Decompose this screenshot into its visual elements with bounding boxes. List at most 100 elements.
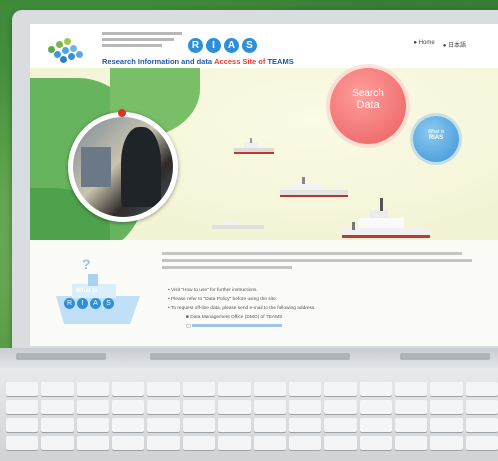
key bbox=[112, 400, 145, 414]
key bbox=[76, 382, 110, 396]
key bbox=[218, 382, 251, 396]
key-row bbox=[6, 400, 498, 414]
key bbox=[430, 418, 463, 432]
key bbox=[394, 418, 428, 432]
ship-icon bbox=[212, 221, 264, 229]
key bbox=[76, 418, 110, 432]
bullet-data-policy: • Please refer to "Data Policy" before u… bbox=[168, 297, 278, 302]
card-rias-letter: I bbox=[77, 298, 88, 309]
bullet-text: Visit "How to use" for further instructi… bbox=[171, 288, 258, 293]
contact-line: ■ Data Management Office (DMO) of TEAMS bbox=[186, 315, 283, 320]
key bbox=[465, 436, 498, 450]
key bbox=[394, 436, 428, 450]
header-links: ● Home ● 日本語 bbox=[413, 40, 466, 49]
email-line[interactable]: ▢ bbox=[168, 322, 316, 331]
teams-logo bbox=[46, 38, 88, 64]
ship-icon bbox=[234, 138, 274, 154]
key bbox=[147, 418, 180, 432]
hinge-vent bbox=[400, 353, 490, 360]
site-title-highlight: Access Site of bbox=[214, 57, 266, 66]
home-link[interactable]: ● Home bbox=[413, 40, 434, 49]
key bbox=[288, 436, 322, 450]
key bbox=[465, 382, 498, 396]
what-is-rias-button[interactable]: What is RIAS bbox=[413, 116, 459, 162]
bullet-how-to-use: • Visit "How to use" for further instruc… bbox=[168, 288, 258, 293]
ship-icon bbox=[280, 177, 348, 197]
search-data-label-2: Data bbox=[356, 99, 380, 111]
key bbox=[465, 400, 498, 414]
home-link-label: Home bbox=[418, 40, 435, 46]
site-title: Research Information and data Access Sit… bbox=[102, 57, 294, 66]
card-rias-letter: S bbox=[103, 298, 114, 309]
key bbox=[41, 400, 74, 414]
key bbox=[218, 436, 251, 450]
key bbox=[112, 382, 145, 396]
key bbox=[465, 418, 498, 432]
email-address-blurred bbox=[191, 324, 282, 328]
key bbox=[6, 436, 39, 450]
key bbox=[147, 400, 180, 414]
person-silhouette bbox=[121, 127, 161, 207]
hinge-vent bbox=[150, 353, 350, 360]
rias-letter: I bbox=[206, 38, 221, 53]
key bbox=[112, 418, 145, 432]
site-title-suffix: TEAMS bbox=[265, 57, 294, 66]
japanese-link-label: 日本語 bbox=[447, 43, 466, 49]
key bbox=[394, 382, 428, 396]
key bbox=[430, 400, 463, 414]
laptop-screen: R I A S Research Information and data Ac… bbox=[30, 24, 498, 346]
key bbox=[288, 418, 322, 432]
what-is-rias-card[interactable]: ? What is R I A S bbox=[50, 256, 146, 332]
intro-text-line bbox=[162, 266, 292, 269]
key bbox=[288, 400, 322, 414]
key bbox=[182, 400, 216, 414]
key-row bbox=[6, 436, 498, 450]
hinge-vent bbox=[16, 353, 106, 360]
card-rias-letter: A bbox=[90, 298, 101, 309]
key bbox=[430, 382, 463, 396]
instruction-list: • Visit "How to use" for further instruc… bbox=[168, 286, 316, 331]
japanese-link[interactable]: ● 日本語 bbox=[443, 40, 466, 49]
key bbox=[253, 436, 286, 450]
key bbox=[147, 436, 180, 450]
search-data-label-1: Search bbox=[352, 88, 384, 99]
card-what-is: What is bbox=[76, 288, 98, 294]
key-row bbox=[6, 418, 498, 432]
key bbox=[147, 382, 180, 396]
key bbox=[324, 382, 357, 396]
intro-text bbox=[162, 250, 482, 269]
rias-letter: R bbox=[188, 38, 203, 53]
card-rias-letter: R bbox=[64, 298, 75, 309]
key bbox=[394, 400, 428, 414]
key bbox=[430, 436, 463, 450]
key bbox=[6, 382, 39, 396]
key bbox=[112, 436, 145, 450]
key bbox=[41, 382, 74, 396]
ship-icon bbox=[342, 198, 430, 238]
key-row bbox=[6, 382, 498, 396]
contact-text: Data Management Office (DMO) of TEAMS bbox=[190, 315, 283, 320]
key bbox=[359, 418, 392, 432]
site-header: R I A S Research Information and data Ac… bbox=[30, 24, 498, 68]
key bbox=[182, 436, 216, 450]
search-data-button[interactable]: Search Data bbox=[330, 68, 406, 144]
key bbox=[324, 436, 357, 450]
equipment-shape bbox=[81, 147, 111, 187]
rias-logo: R I A S bbox=[188, 38, 257, 53]
laptop-keyboard bbox=[0, 368, 498, 461]
key bbox=[6, 400, 39, 414]
key bbox=[182, 382, 216, 396]
key bbox=[182, 418, 216, 432]
bullet-text: Please refer to "Data Policy" before usi… bbox=[171, 297, 278, 302]
key bbox=[253, 400, 286, 414]
bullet-request: • To request off-line data, please send … bbox=[168, 306, 316, 311]
key bbox=[218, 400, 251, 414]
key bbox=[41, 436, 74, 450]
key bbox=[359, 400, 392, 414]
key bbox=[359, 382, 392, 396]
key bbox=[253, 418, 286, 432]
research-photo bbox=[68, 112, 178, 222]
map-marker bbox=[118, 109, 126, 117]
question-mark: ? bbox=[82, 256, 91, 272]
rias-letter: A bbox=[224, 38, 239, 53]
